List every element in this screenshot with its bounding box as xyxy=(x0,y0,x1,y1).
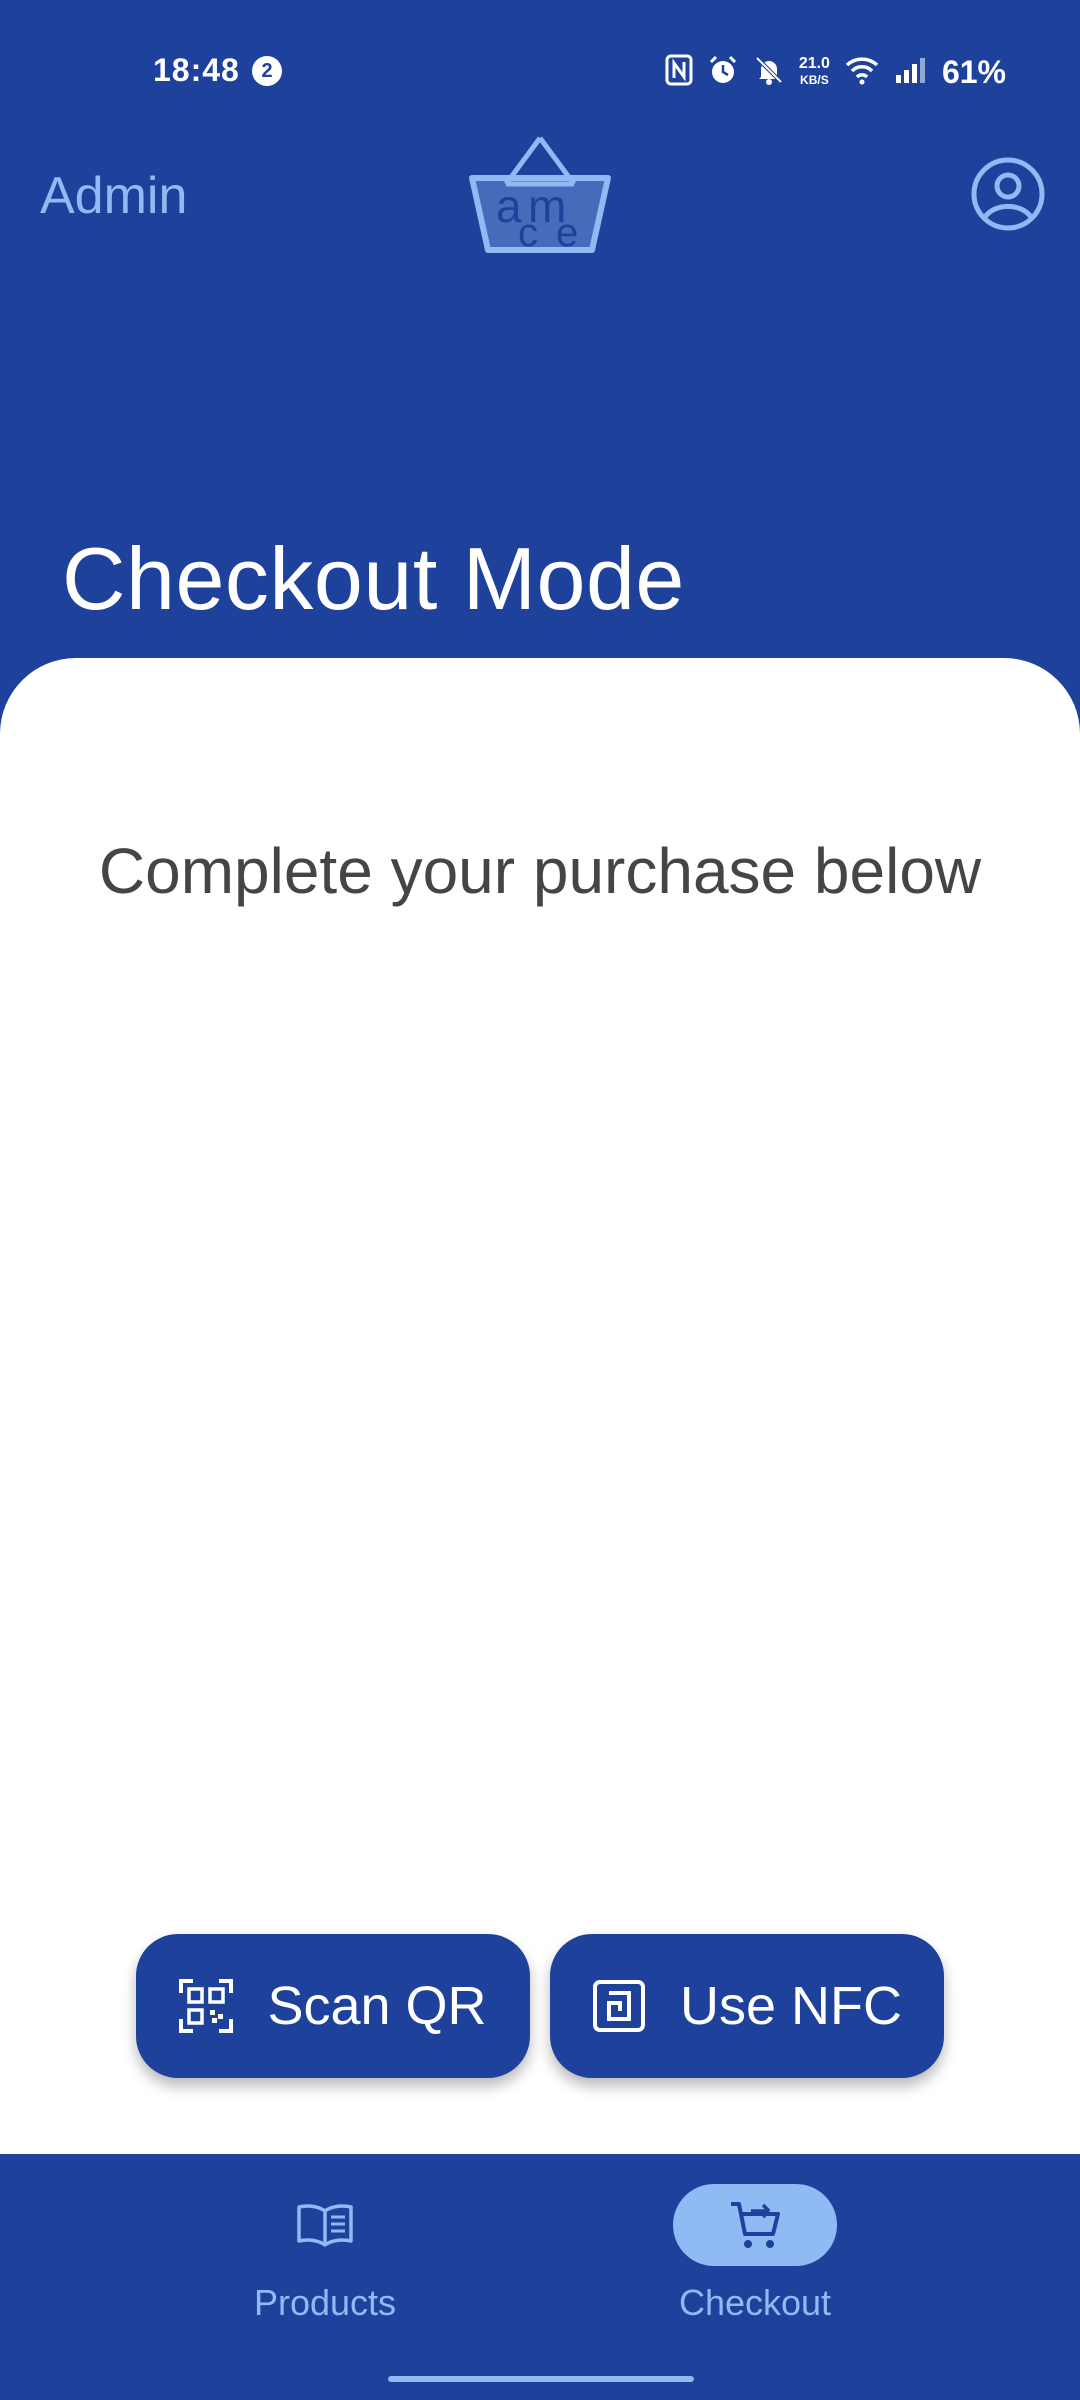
net-speed-value: 21.0 xyxy=(798,55,830,72)
nfc-icon xyxy=(592,1979,646,2033)
top-app-bar: Admin a m c e xyxy=(0,130,1080,270)
alarm-icon xyxy=(707,54,739,91)
bottom-navigation: Products Checkout xyxy=(0,2154,1080,2400)
net-speed: 21.0 KB/S xyxy=(799,56,830,88)
account-button[interactable] xyxy=(970,156,1046,232)
signal-icon xyxy=(894,55,928,90)
content-card: Complete your purchase below Scan QR Use… xyxy=(0,658,1080,2154)
qr-scan-icon xyxy=(179,1979,234,2033)
account-circle-icon xyxy=(971,157,1045,231)
status-icons: 21.0 KB/S 61% xyxy=(651,50,1006,94)
clock: 18:48 xyxy=(153,52,240,88)
app-logo: a m c e xyxy=(466,132,614,258)
admin-button[interactable]: Admin xyxy=(40,166,187,226)
bell-off-icon xyxy=(753,54,785,91)
scan-qr-button[interactable]: Scan QR xyxy=(136,1934,530,2078)
nav-pill-products xyxy=(243,2184,407,2266)
net-speed-unit: KB/S xyxy=(800,73,829,87)
nav-label-products: Products xyxy=(253,2282,397,2323)
status-bar: 18:48 2 21.0 KB/S 61% xyxy=(0,0,1080,140)
page-title: Checkout Mode xyxy=(62,529,685,628)
nav-label-checkout: Checkout xyxy=(678,2282,832,2323)
nav-item-products[interactable]: Products xyxy=(175,2184,475,2324)
nav-item-checkout[interactable]: Checkout xyxy=(605,2184,905,2324)
logo-letter-c: c xyxy=(518,211,538,255)
cart-icon xyxy=(731,2202,780,2248)
scan-qr-label: Scan QR xyxy=(267,1976,487,2036)
home-indicator[interactable] xyxy=(388,2376,694,2382)
battery-level: 61% xyxy=(941,53,1006,90)
use-nfc-label: Use NFC xyxy=(679,1976,902,2036)
page-subtitle: Complete your purchase below xyxy=(98,835,982,907)
use-nfc-button[interactable]: Use NFC xyxy=(550,1934,944,2078)
book-open-icon xyxy=(297,2204,353,2247)
nav-pill-checkout-active xyxy=(673,2184,837,2266)
action-buttons: Scan QR Use NFC xyxy=(136,1934,944,2078)
notification-badge: 2 xyxy=(252,56,282,86)
nfc-status-icon xyxy=(665,54,693,91)
logo-letter-e: e xyxy=(556,211,578,255)
wifi-icon xyxy=(844,55,880,90)
